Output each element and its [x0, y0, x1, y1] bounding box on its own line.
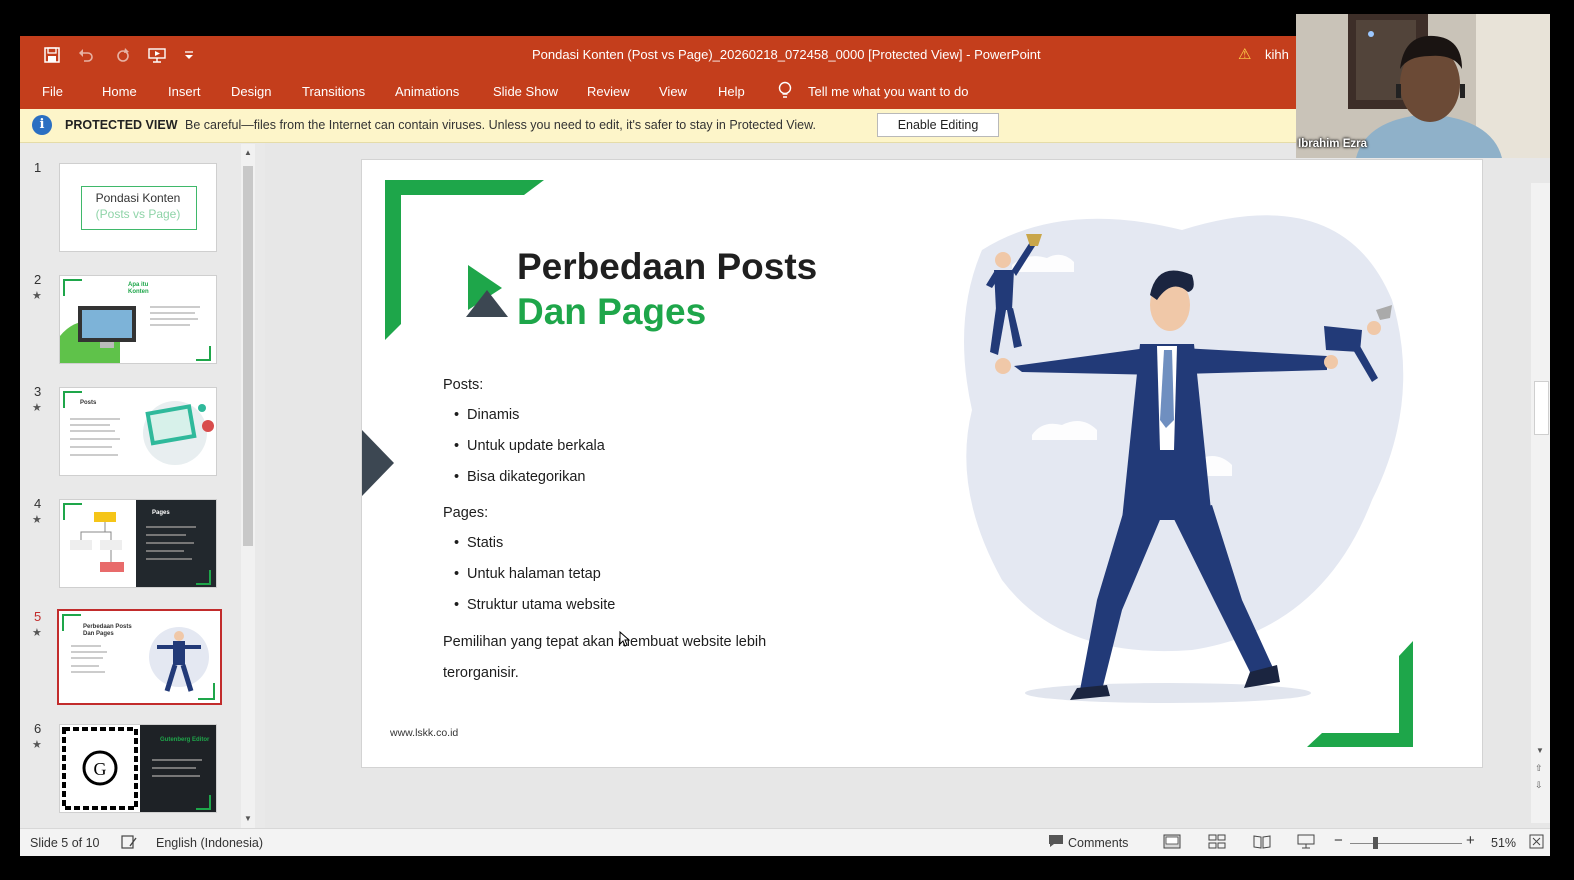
scroll-down-icon[interactable]: ▼: [244, 814, 252, 823]
tab-file[interactable]: File: [42, 84, 63, 99]
thumb-number: 6: [34, 721, 42, 736]
tell-me-search[interactable]: Tell me what you want to do: [808, 84, 968, 99]
thumb-title-line2: (Posts vs Page): [95, 207, 181, 221]
protected-view-label: PROTECTED VIEW: [65, 118, 178, 132]
zoom-level[interactable]: 51%: [1491, 836, 1516, 850]
previous-slide-icon[interactable]: ⇧: [1535, 763, 1543, 774]
slide-thumbnail-6[interactable]: G Gutenberg Editor: [59, 724, 217, 813]
pages-heading: Pages:: [443, 505, 489, 521]
pages-item: Statis: [454, 535, 503, 551]
participant-name: Ibrahim Ezra: [1298, 138, 1368, 150]
tab-slide-show[interactable]: Slide Show: [493, 84, 558, 99]
fit-to-window-icon[interactable]: [1529, 834, 1544, 852]
tab-insert[interactable]: Insert: [168, 84, 201, 99]
comments-button[interactable]: Comments: [1068, 836, 1128, 850]
redo-icon[interactable]: [112, 44, 134, 66]
webcam-feed-image: [1296, 14, 1550, 158]
thumb-number: 4: [34, 496, 42, 511]
zoom-slider-thumb[interactable]: [1373, 837, 1378, 849]
thumb-number: 2: [34, 272, 42, 287]
save-icon[interactable]: [41, 44, 63, 66]
animation-star-icon: ★: [32, 290, 42, 302]
animation-star-icon: ★: [32, 514, 42, 526]
thumb-number: 3: [34, 384, 42, 399]
notes-check-icon[interactable]: [121, 834, 137, 853]
thumb-number: 1: [34, 160, 42, 175]
language-indicator[interactable]: English (Indonesia): [156, 836, 263, 850]
zoom-slider[interactable]: [1350, 843, 1462, 844]
protected-view-message: Be careful—files from the Internet can c…: [185, 118, 816, 132]
next-slide-icon[interactable]: ⇩: [1535, 780, 1543, 791]
tab-design[interactable]: Design: [231, 84, 271, 99]
slide-title-line2: Dan Pages: [517, 291, 707, 332]
zoom-in-icon[interactable]: +: [1466, 832, 1475, 849]
tab-home[interactable]: Home: [102, 84, 137, 99]
thumb-6-label: Gutenberg Editor: [160, 737, 210, 743]
scroll-down-icon[interactable]: ▼: [1536, 746, 1544, 755]
thumb-5-label: Perbedaan Posts Dan Pages: [83, 624, 132, 637]
normal-view-icon[interactable]: [1163, 834, 1181, 852]
tab-transitions[interactable]: Transitions: [302, 84, 365, 99]
zoom-out-icon[interactable]: −: [1334, 832, 1343, 849]
conclusion-line2: terorganisir.: [443, 665, 519, 681]
thumb-4-illustration: [63, 500, 216, 587]
animation-star-icon: ★: [32, 402, 42, 414]
thumb-number: 5: [34, 609, 42, 624]
pages-item: Untuk halaman tetap: [454, 566, 601, 582]
slide-footer-url: www.lskk.co.id: [390, 727, 459, 739]
posts-item: Untuk update berkala: [454, 438, 605, 454]
slide-thumbnail-3[interactable]: Posts: [59, 387, 217, 476]
slide-sorter-icon[interactable]: [1208, 834, 1226, 852]
status-bar: Slide 5 of 10 English (Indonesia) Commen…: [20, 828, 1550, 856]
customize-qat-icon[interactable]: [178, 44, 200, 66]
mouse-cursor-icon: [619, 631, 631, 647]
thumbnail-scroll-thumb[interactable]: [243, 166, 253, 546]
pages-item: Struktur utama website: [454, 597, 615, 613]
slide-scroll-thumb[interactable]: [1534, 381, 1549, 435]
slide-thumbnail-4[interactable]: Pages: [59, 499, 217, 588]
slide-scrollbar[interactable]: ▼ ⇧ ⇩: [1531, 183, 1550, 823]
comments-icon[interactable]: [1048, 834, 1064, 851]
window-title: Pondasi Konten (Post vs Page)_20260218_0…: [532, 47, 1041, 62]
lightbulb-icon: [778, 81, 792, 101]
reading-view-icon[interactable]: [1253, 834, 1271, 852]
svg-text:G: G: [94, 759, 107, 779]
slide-thumbnail-5-active[interactable]: Perbedaan Posts Dan Pages: [57, 609, 222, 705]
posts-item: Dinamis: [454, 407, 519, 423]
thumb-4-label: Pages: [152, 510, 170, 516]
info-icon: i: [32, 115, 52, 135]
scroll-up-icon[interactable]: ▲: [244, 148, 252, 157]
tab-animations[interactable]: Animations: [395, 84, 459, 99]
tab-help[interactable]: Help: [718, 84, 745, 99]
slideshow-view-icon[interactable]: [1297, 834, 1315, 852]
thumbnail-scrollbar[interactable]: ▲ ▼: [241, 144, 255, 828]
start-from-beginning-icon[interactable]: [146, 44, 168, 66]
user-name[interactable]: kihh: [1265, 47, 1289, 62]
thumb-2-label: Apa itu Konten: [128, 282, 149, 295]
webcam-video: Ibrahim Ezra: [1296, 14, 1550, 158]
tab-view[interactable]: View: [659, 84, 687, 99]
thumb-title-line1: Pondasi Konten: [95, 191, 181, 205]
tab-review[interactable]: Review: [587, 84, 630, 99]
slide-title-line1: Perbedaan Posts: [517, 246, 818, 287]
slide-counter: Slide 5 of 10: [30, 836, 100, 850]
powerpoint-window: Pondasi Konten (Post vs Page)_20260218_0…: [20, 36, 1550, 856]
warning-icon: ⚠: [1238, 46, 1252, 63]
thumb-3-label: Posts: [80, 400, 97, 406]
undo-icon[interactable]: [75, 44, 97, 66]
slide-thumbnail-2[interactable]: Apa itu Konten: [59, 275, 217, 364]
conclusion-line1: Pemilihan yang tepat akan membuat websit…: [443, 634, 767, 650]
enable-editing-button[interactable]: Enable Editing: [877, 113, 999, 137]
posts-heading: Posts:: [443, 377, 484, 393]
slide-thumbnail-1[interactable]: Pondasi Konten (Posts vs Page): [59, 163, 217, 252]
animation-star-icon: ★: [32, 739, 42, 751]
posts-item: Bisa dikategorikan: [454, 469, 585, 485]
animation-star-icon: ★: [32, 627, 42, 639]
current-slide[interactable]: Perbedaan Posts Dan Pages Posts: Dinamis…: [361, 159, 1483, 768]
slide-thumbnail-pane: 1 Pondasi Konten (Posts vs Page) 2 ★ Apa…: [20, 143, 265, 828]
